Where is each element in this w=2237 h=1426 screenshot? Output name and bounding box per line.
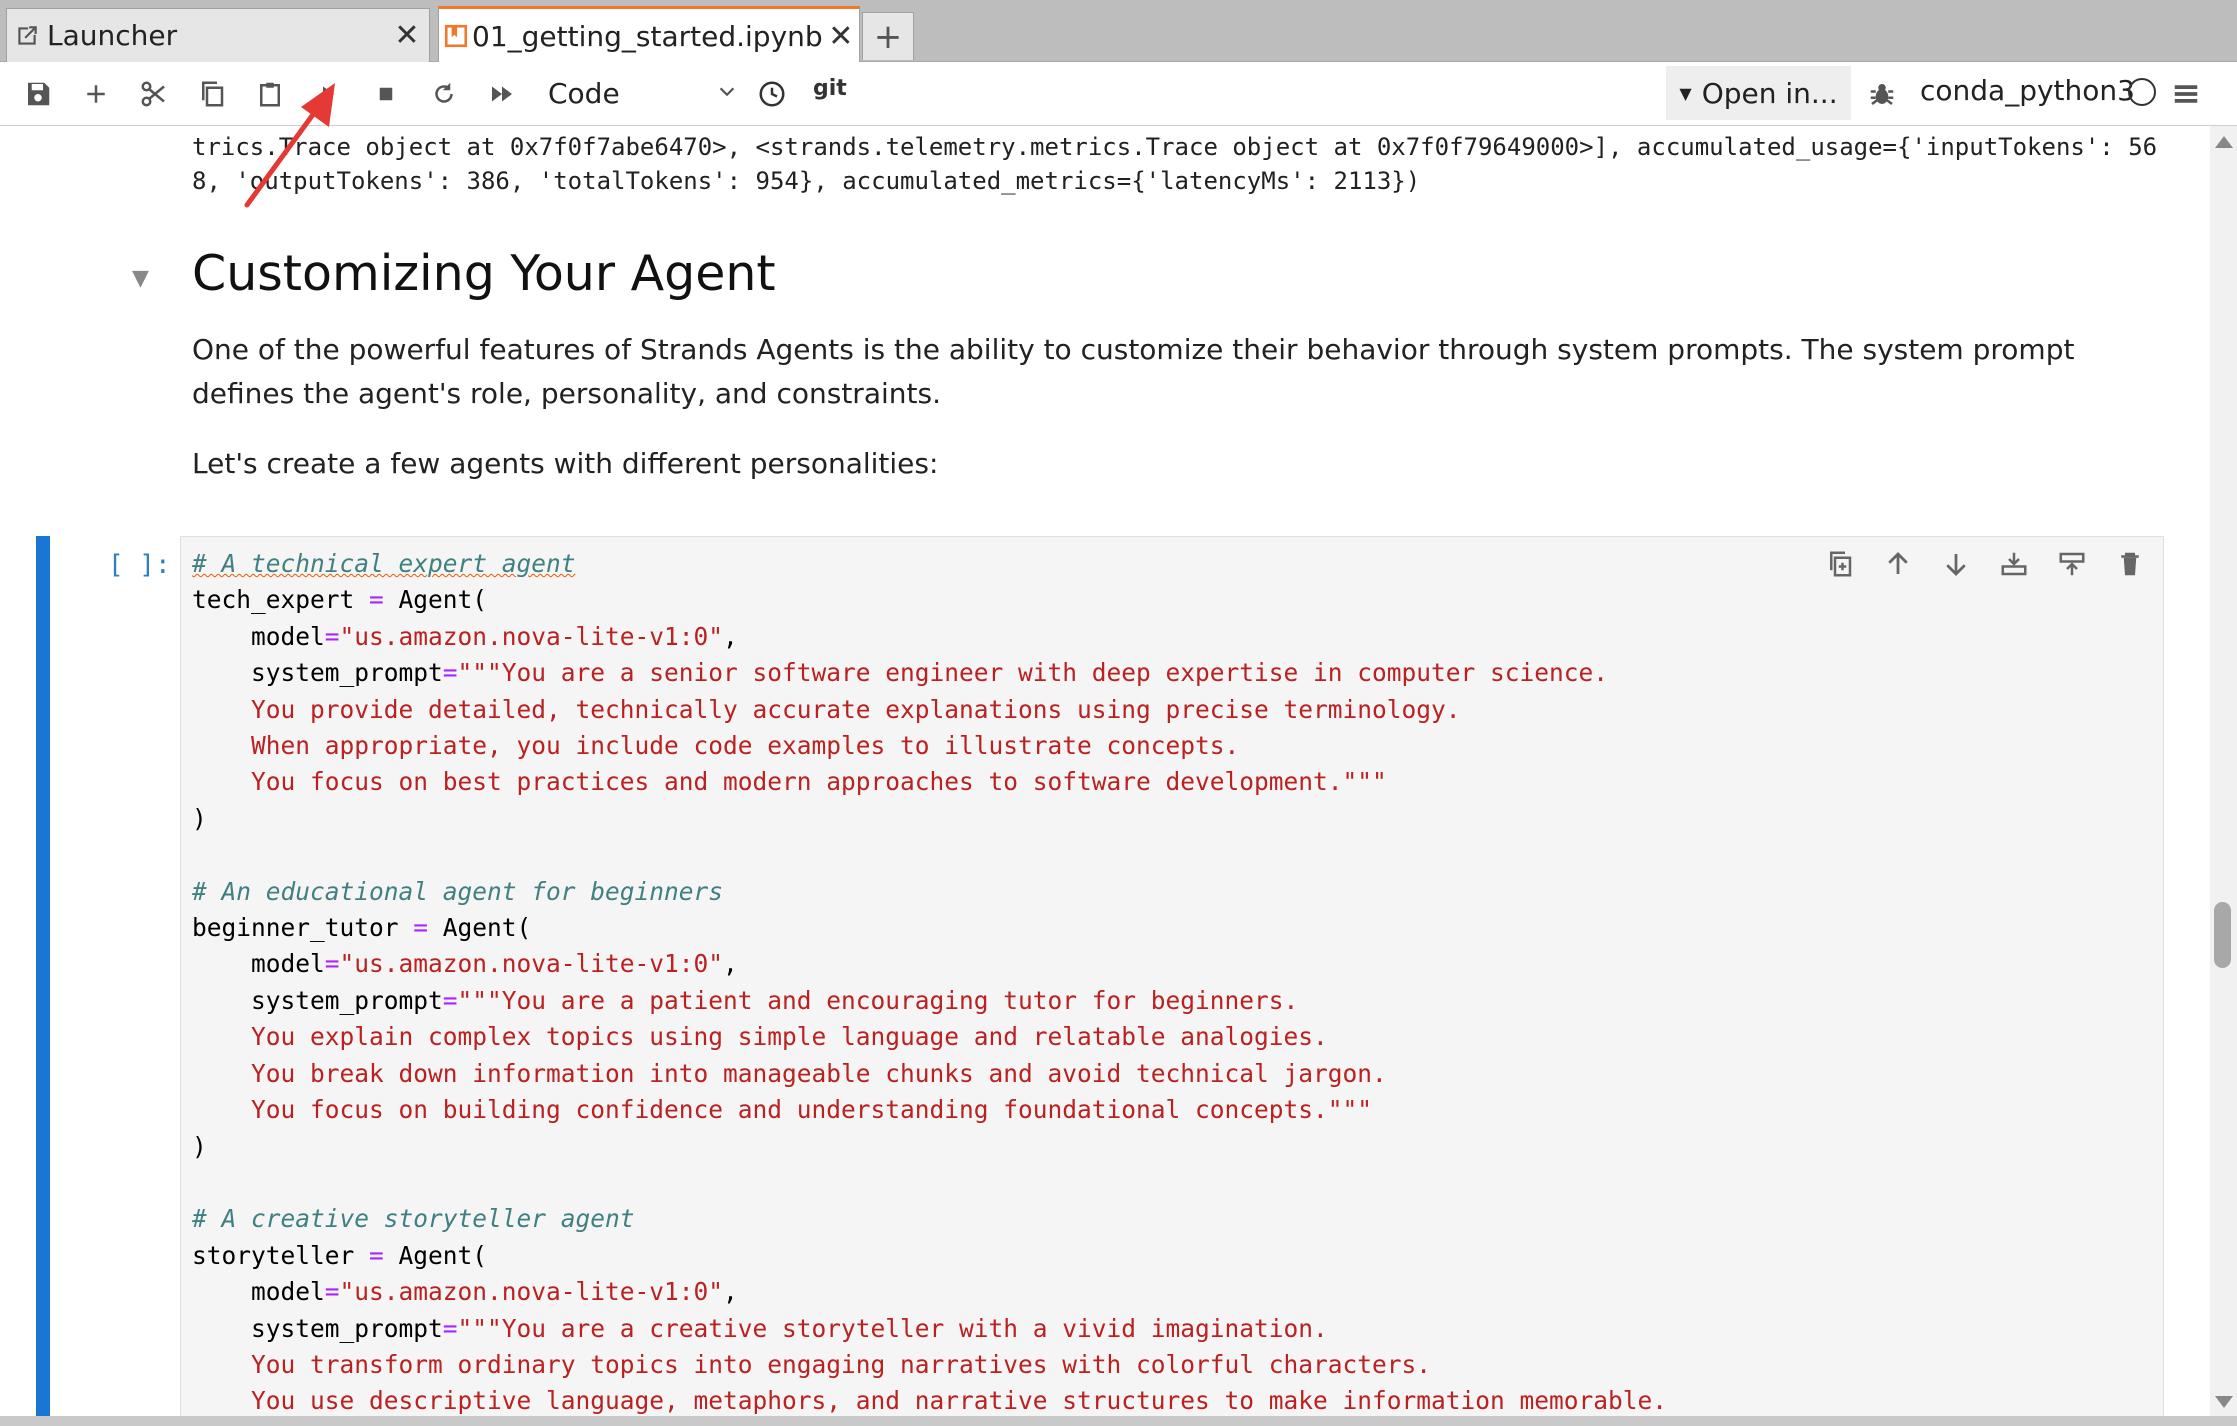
move-down-icon[interactable]: [1936, 544, 1976, 584]
code-string: You break down information into manageab…: [251, 1058, 1387, 1088]
markdown-paragraph: One of the powerful features of Strands …: [192, 333, 2075, 410]
open-in-label: Open in...: [1701, 76, 1838, 110]
code-string: """You are a creative storyteller with a…: [457, 1313, 1328, 1343]
chevron-down-icon: [716, 77, 738, 110]
cell-actions: [1820, 544, 2150, 584]
close-icon[interactable]: ✕: [823, 19, 859, 54]
kernel-status-icon: [2128, 78, 2156, 106]
code-comment: # An educational agent for beginners: [192, 876, 724, 906]
copy-icon[interactable]: [192, 74, 232, 114]
bug-icon[interactable]: [1862, 74, 1902, 114]
code-variable: tech_expert: [192, 585, 355, 615]
code-comment: # A technical expert agent: [192, 549, 576, 578]
cell-type-select[interactable]: Code: [548, 70, 738, 116]
tab-notebook[interactable]: 01_getting_started.ipynb ✕: [438, 6, 860, 63]
window-bottom-edge: [0, 1416, 2237, 1426]
scissors-icon[interactable]: [134, 74, 174, 114]
duplicate-cell-icon[interactable]: [1820, 544, 1860, 584]
open-in-button[interactable]: ▼ Open in...: [1666, 66, 1851, 120]
vertical-scrollbar[interactable]: [2210, 126, 2237, 1416]
menu-icon[interactable]: [2166, 74, 2206, 114]
delete-cell-icon[interactable]: [2110, 544, 2150, 584]
add-tab-button[interactable]: +: [862, 12, 914, 60]
stop-icon[interactable]: [366, 74, 406, 114]
cell-type-value: Code: [548, 76, 620, 110]
code-string: """You are a patient and encouraging tut…: [457, 985, 1299, 1015]
scrollbar-thumb[interactable]: [2214, 902, 2231, 968]
fast-forward-icon[interactable]: [482, 74, 522, 114]
code-string: You use descriptive language, metaphors,…: [251, 1386, 1668, 1416]
code-content: # A technical expert agent tech_expert =…: [192, 549, 1668, 1416]
code-string: "us.amazon.nova-lite-v1:0": [339, 621, 724, 651]
add-cell-icon[interactable]: [76, 74, 116, 114]
cell-output: trics.Trace object at 0x7f0f7abe6470>, <…: [192, 130, 2157, 198]
code-comment: # A creative storyteller agent: [192, 1204, 635, 1234]
notebook-panel: trics.Trace object at 0x7f0f7abe6470>, <…: [0, 126, 2210, 1416]
code-string: You transform ordinary topics into engag…: [251, 1349, 1432, 1379]
code-variable: beginner_tutor: [192, 913, 399, 943]
output-line: trics.Trace object at 0x7f0f7abe6470>, <…: [192, 133, 2158, 161]
tab-label: 01_getting_started.ipynb: [472, 19, 823, 53]
notebook-icon: [439, 23, 472, 49]
collapse-caret-icon[interactable]: ▼: [132, 266, 149, 291]
clock-icon[interactable]: [752, 74, 792, 114]
scroll-up-arrow-icon[interactable]: [2215, 136, 2233, 148]
save-icon[interactable]: [18, 74, 58, 114]
git-button[interactable]: git: [813, 76, 847, 101]
active-cell-indicator: [36, 536, 50, 1416]
code-string: You explain complex topics using simple …: [251, 1022, 1328, 1052]
tab-label: Launcher: [47, 19, 178, 52]
markdown-paragraph: Let's create a few agents with different…: [192, 447, 939, 480]
code-string: "us.amazon.nova-lite-v1:0": [339, 1277, 724, 1307]
scroll-down-arrow-icon[interactable]: [2215, 1396, 2233, 1408]
move-up-icon[interactable]: [1878, 544, 1918, 584]
cell-prompt: [ ]:: [108, 550, 171, 580]
insert-above-icon[interactable]: [2052, 544, 2092, 584]
restart-icon[interactable]: [424, 74, 464, 114]
annotation-arrow-icon: [244, 83, 335, 208]
kernel-name[interactable]: conda_python3: [1920, 74, 2135, 107]
section-heading: Customizing Your Agent: [192, 245, 776, 302]
code-string: You focus on best practices and modern a…: [251, 767, 1387, 797]
code-string: You focus on building confidence and und…: [251, 1095, 1373, 1125]
code-variable: storyteller: [192, 1240, 355, 1270]
tab-bar: Launcher ✕ 01_getting_started.ipynb ✕ +: [0, 0, 2237, 63]
code-string: "us.amazon.nova-lite-v1:0": [339, 949, 724, 979]
insert-below-icon[interactable]: [1994, 544, 2034, 584]
code-string: """You are a senior software engineer wi…: [457, 658, 1609, 688]
markdown-cell[interactable]: Customizing Your Agent One of the powerf…: [192, 242, 2132, 486]
code-string: You provide detailed, technically accura…: [251, 694, 1461, 724]
close-icon[interactable]: ✕: [385, 18, 429, 53]
external-link-icon: [7, 23, 47, 49]
code-string: When appropriate, you include code examp…: [251, 731, 1240, 761]
caret-down-icon: ▼: [1679, 83, 1692, 103]
tab-launcher[interactable]: Launcher ✕: [6, 8, 430, 62]
output-line: 8, 'outputTokens': 386, 'totalTokens': 9…: [192, 167, 1421, 195]
